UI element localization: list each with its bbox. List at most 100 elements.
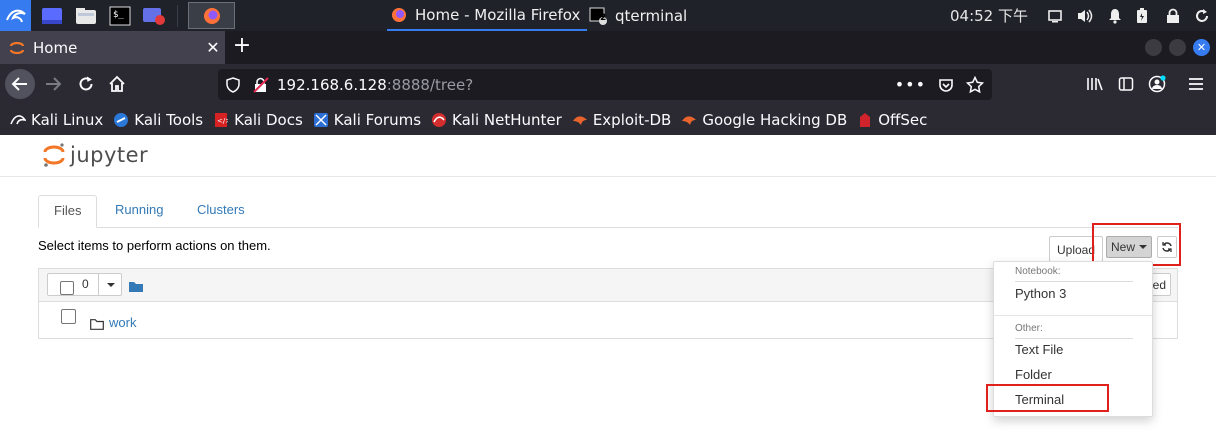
new-tab-icon[interactable]: + bbox=[230, 35, 254, 59]
task-qterminal[interactable]: 2 qterminal bbox=[589, 0, 699, 31]
volume-icon[interactable] bbox=[1076, 8, 1094, 24]
bookmark-kali-tools[interactable]: Kali Tools bbox=[113, 111, 203, 129]
bookmark-offsec[interactable]: OffSec bbox=[857, 111, 927, 129]
bookmark-label: Kali Forums bbox=[333, 110, 422, 129]
menu-header-other: Other: bbox=[1015, 323, 1043, 334]
bookmark-label: Kali Tools bbox=[134, 110, 204, 129]
sidebar-icon[interactable] bbox=[1118, 76, 1134, 92]
taskbar: $_ Home - Mozilla Firefox 2 qterminal 04… bbox=[0, 0, 1216, 31]
folder-icon bbox=[90, 315, 104, 334]
row-checkbox[interactable] bbox=[61, 309, 76, 324]
bookmark-kali-forums[interactable]: Kali Forums bbox=[313, 111, 421, 129]
pocket-icon[interactable] bbox=[938, 77, 954, 93]
ghdb-icon bbox=[681, 112, 697, 128]
browser-tab-home[interactable]: Home ✕ bbox=[0, 31, 225, 64]
kali-menu-icon[interactable] bbox=[0, 0, 31, 31]
select-dropdown-toggle[interactable] bbox=[98, 274, 122, 295]
selection-hint: Select items to perform actions on them. bbox=[38, 238, 271, 253]
jupyter-logo[interactable]: jupyter bbox=[42, 141, 148, 169]
bookmark-label: OffSec bbox=[878, 110, 928, 129]
home-icon[interactable] bbox=[102, 69, 132, 99]
menu-rule bbox=[1015, 281, 1133, 282]
display-icon[interactable] bbox=[1048, 9, 1062, 23]
tracking-shield-icon[interactable] bbox=[225, 76, 241, 93]
svg-text:</>: </> bbox=[217, 117, 228, 125]
bookmark-star-icon[interactable] bbox=[966, 75, 984, 94]
menu-item-python3[interactable]: Python 3 bbox=[1015, 286, 1066, 301]
menu-rule bbox=[1015, 338, 1133, 339]
bookmark-label: Kali Linux bbox=[31, 110, 104, 129]
back-arrow-icon[interactable] bbox=[5, 69, 35, 99]
jupyter-page: jupyter Files Running Clusters Select it… bbox=[0, 135, 1216, 440]
bookmark-exploit-db[interactable]: Exploit-DB bbox=[572, 110, 672, 129]
select-all-group[interactable]: 0 bbox=[47, 273, 122, 296]
menu-item-text-file[interactable]: Text File bbox=[1015, 342, 1063, 357]
browser-tab-title: Home bbox=[33, 38, 78, 57]
tab-files[interactable]: Files bbox=[38, 195, 98, 228]
tab-clusters[interactable]: Clusters bbox=[182, 195, 260, 228]
refresh-session-icon[interactable] bbox=[1194, 8, 1210, 24]
task-firefox[interactable]: Home - Mozilla Firefox bbox=[387, 0, 587, 31]
minimize-window-icon[interactable] bbox=[1145, 39, 1162, 56]
clock[interactable]: 04:52 下午 bbox=[950, 5, 1028, 26]
kali-docs-icon: </> bbox=[213, 112, 229, 128]
bookmark-label: Kali Docs bbox=[234, 110, 303, 129]
account-icon[interactable] bbox=[1148, 75, 1166, 93]
kali-dragon-icon bbox=[10, 112, 26, 128]
task-count-badge: 2 bbox=[600, 12, 607, 23]
caret-down-icon bbox=[106, 282, 115, 287]
task-qterminal-label: qterminal bbox=[615, 6, 688, 25]
terminal-launcher-icon[interactable]: $_ bbox=[107, 3, 133, 29]
select-all-checkbox[interactable] bbox=[60, 281, 74, 295]
highlight-terminal-item bbox=[986, 384, 1109, 412]
battery-icon[interactable] bbox=[1136, 7, 1148, 24]
kali-forums-icon bbox=[313, 112, 329, 128]
menu-item-folder[interactable]: Folder bbox=[1015, 367, 1052, 382]
reload-icon[interactable] bbox=[71, 69, 101, 99]
navigation-toolbar: 192.168.6.128:8888/tree? ••• bbox=[0, 64, 1216, 104]
breadcrumb-folder-icon[interactable] bbox=[129, 277, 143, 296]
jupyter-header: jupyter bbox=[0, 135, 1216, 177]
bookmark-label: Kali NetHunter bbox=[452, 110, 562, 129]
jupyter-logo-icon bbox=[43, 143, 65, 167]
bookmark-kali-nethunter[interactable]: Kali NetHunter bbox=[431, 111, 562, 129]
close-tab-icon[interactable]: ✕ bbox=[201, 38, 225, 57]
maximize-window-icon[interactable] bbox=[1169, 39, 1186, 56]
svg-text:$_: $_ bbox=[113, 10, 124, 20]
terminal-icon: 2 bbox=[589, 7, 607, 25]
nethunter-icon bbox=[431, 112, 447, 128]
url-bar[interactable]: 192.168.6.128:8888/tree? ••• bbox=[218, 69, 992, 100]
library-icon[interactable] bbox=[1086, 76, 1104, 92]
task-firefox-label: Home - Mozilla Firefox bbox=[415, 5, 581, 24]
bookmark-kali-docs[interactable]: </> Kali Docs bbox=[213, 111, 303, 129]
selected-count: 0 bbox=[82, 277, 89, 291]
jupyter-favicon-icon bbox=[9, 40, 25, 56]
screen-recorder-icon[interactable] bbox=[141, 3, 167, 29]
menu-divider bbox=[994, 315, 1152, 316]
browser-tab-strip: Home ✕ + ✕ bbox=[0, 31, 1216, 64]
firefox-icon bbox=[391, 7, 407, 23]
notification-bell-icon[interactable] bbox=[1108, 8, 1122, 24]
jupyter-tabs: Files Running Clusters bbox=[38, 195, 1178, 228]
show-desktop-icon[interactable] bbox=[39, 3, 65, 29]
url-path: :8888/tree? bbox=[386, 75, 474, 94]
bookmark-google-hacking-db[interactable]: Google Hacking DB bbox=[681, 111, 847, 129]
page-actions-icon[interactable]: ••• bbox=[895, 75, 926, 94]
forward-arrow-icon[interactable] bbox=[38, 69, 68, 99]
kali-tools-icon bbox=[113, 112, 129, 128]
file-link-work[interactable]: work bbox=[109, 315, 136, 330]
close-window-icon[interactable]: ✕ bbox=[1193, 39, 1210, 56]
taskbar-firefox-icon[interactable] bbox=[188, 2, 235, 29]
highlight-new-button bbox=[1092, 223, 1181, 266]
bookmark-label: Exploit-DB bbox=[592, 110, 672, 129]
menu-header-notebook: Notebook: bbox=[1015, 266, 1061, 277]
menu-hamburger-icon[interactable] bbox=[1188, 77, 1204, 91]
tab-running[interactable]: Running bbox=[100, 195, 178, 228]
insecure-lock-icon[interactable] bbox=[253, 76, 269, 93]
file-manager-icon[interactable] bbox=[73, 3, 99, 29]
bookmark-label: Google Hacking DB bbox=[702, 110, 848, 129]
lock-screen-icon[interactable] bbox=[1166, 8, 1180, 24]
bookmark-kali-linux[interactable]: Kali Linux bbox=[10, 111, 103, 129]
bookmarks-toolbar: Kali Linux Kali Tools </> Kali Docs Kali… bbox=[0, 104, 1216, 135]
taskbar-separator bbox=[177, 4, 178, 27]
